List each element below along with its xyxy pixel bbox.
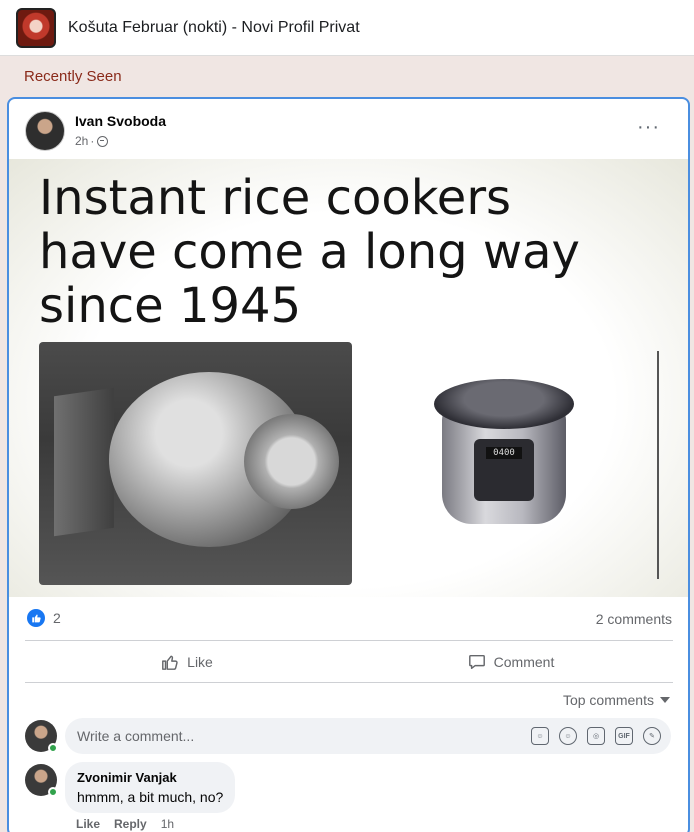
rice-cooker: 0400 [434,379,574,529]
reaction-count: 2 [53,610,61,626]
cooker-panel: 0400 [474,439,534,501]
post-card: Ivan Svoboda 2h · ··· Instant rice cooke… [7,97,690,832]
avatar-sticker-icon[interactable]: ☺ [531,727,549,745]
sticker-icon[interactable]: ✎ [643,727,661,745]
meta-separator: · [90,134,95,148]
group-avatar[interactable] [16,7,56,48]
comments-count[interactable]: 2 comments [596,611,672,627]
top-comments-label: Top comments [562,692,654,708]
cooker-lid [434,379,574,429]
globe-icon [97,135,109,147]
bomb-frame [54,387,114,537]
post-header: Ivan Svoboda 2h · [25,111,166,151]
recently-seen-label: Recently Seen [24,68,122,85]
group-header: Košuta Februar (nokti) - Novi Profil Pri… [0,0,694,56]
image-divider [657,351,659,579]
comment-box[interactable]: ☺ ☺ ◎ GIF ✎ [65,718,671,754]
comment-actions: Like Reply 1h [76,817,188,831]
commenter-avatar[interactable] [25,764,58,797]
reactions-summary[interactable]: 2 [27,609,61,627]
caret-down-icon [660,697,670,703]
gif-icon[interactable]: GIF [615,727,633,745]
thumbs-up-icon [162,655,178,670]
divider [25,682,673,683]
comment-box-icons: ☺ ☺ ◎ GIF ✎ [521,727,661,745]
comment-label: Comment [493,654,555,670]
comment-reply-button[interactable]: Reply [114,817,147,831]
divider [25,640,673,641]
comment-bubble: Zvonimir Vanjak hmmm, a bit much, no? [65,762,236,813]
bomb-photo [39,342,352,585]
author-avatar[interactable] [25,111,65,151]
comment-text: hmmm, a bit much, no? [77,789,224,805]
bomb-nose [244,414,339,509]
post-meta: 2h · [75,134,166,148]
comment-time[interactable]: 1h [161,817,174,831]
more-options-icon[interactable]: ··· [637,117,660,137]
author-name[interactable]: Ivan Svoboda [75,113,166,129]
group-title[interactable]: Košuta Februar (nokti) - Novi Profil Pri… [68,19,360,37]
comment-author[interactable]: Zvonimir Vanjak [77,770,223,785]
online-status-dot [48,743,58,753]
like-button[interactable]: Like [25,642,349,682]
emoji-icon[interactable]: ☺ [559,727,577,745]
post-time[interactable]: 2h [75,134,88,148]
top-comments-dropdown[interactable]: Top comments [563,692,670,708]
post-image[interactable]: Instant rice cookers have come a long wa… [9,159,688,597]
comment-button[interactable]: Comment [349,642,673,682]
post-actions: Like Comment [25,642,673,682]
current-user-avatar[interactable] [25,720,58,753]
comment-like-button[interactable]: Like [76,817,100,831]
cooker-display: 0400 [486,447,522,459]
like-reaction-icon [27,609,45,627]
comment-input[interactable] [77,728,521,744]
comment-icon [468,654,485,670]
like-label: Like [187,654,213,670]
camera-icon[interactable]: ◎ [587,727,605,745]
online-status-dot [48,787,58,797]
meme-caption: Instant rice cookers have come a long wa… [39,170,580,334]
